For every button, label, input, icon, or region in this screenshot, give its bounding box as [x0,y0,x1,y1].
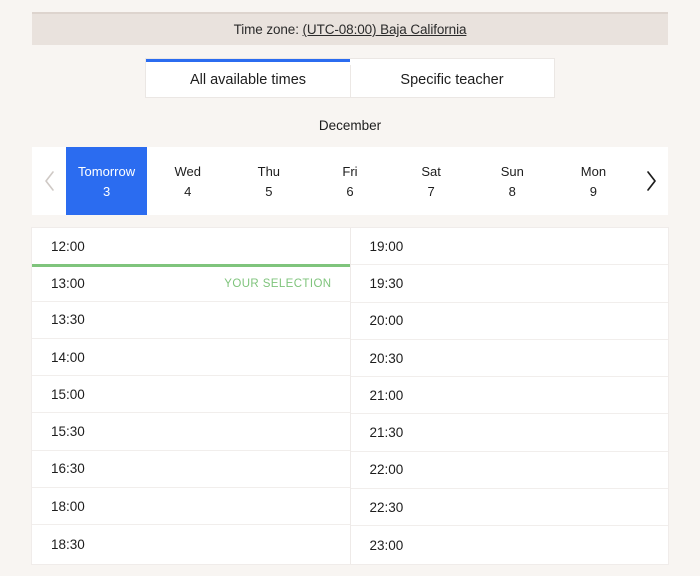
day-strip: Tomorrow 3 Wed 4 Thu 5 Fri 6 Sat 7 Sun 8… [32,147,668,215]
time-slot-label: 22:30 [369,499,404,515]
day-cell-tomorrow-3[interactable]: Tomorrow 3 [66,147,148,215]
day-cell-num: 6 [346,183,354,199]
time-slots-column-right: 19:00 19:30 20:00 20:30 21:00 21:30 22:0… [350,228,669,564]
timezone-link[interactable]: (UTC-08:00) Baja California [303,22,467,37]
day-cell-num: 9 [589,183,598,199]
time-slot-2300[interactable]: 23:00 [351,526,669,563]
time-slot-label: 15:00 [51,386,85,402]
tab-specific-teacher-label: Specific teacher [400,71,504,88]
day-cell-wed-4[interactable]: Wed 4 [147,147,228,215]
time-slot-1900[interactable]: 19:00 [350,228,668,266]
day-cell-dow: Thu [257,163,281,179]
day-cell-mon-9[interactable]: Mon 9 [553,147,634,215]
day-cell-dow: Tomorrow [78,163,136,179]
day-cell-sun-8[interactable]: Sun 8 [472,147,553,215]
days-list: Tomorrow 3 Wed 4 Thu 5 Fri 6 Sat 7 Sun 8… [66,147,634,215]
time-slot-label: 19:00 [369,238,404,254]
time-slot-2100[interactable]: 21:00 [350,377,668,415]
time-slots-column-left: 12:00 13:00 YOUR SELECTION 13:30 14:00 1… [32,228,351,564]
time-slot-1800[interactable]: 18:00 [32,488,350,526]
content-container: Time zone: (UTC-08:00) Baja California A… [32,0,668,564]
time-slot-1530[interactable]: 15:30 [32,413,350,451]
timezone-text: Time zone: (UTC-08:00) Baja California [234,22,467,37]
tabs-container: All available times Specific teacher [32,59,668,97]
time-slot-label: 22:00 [369,462,404,478]
time-slot-2030[interactable]: 20:30 [350,340,668,378]
time-slot-1300-selected[interactable]: 13:00 YOUR SELECTION [32,264,350,302]
day-cell-dow: Sat [421,163,441,179]
time-slot-1330[interactable]: 13:30 [32,302,350,339]
tab-specific-teacher[interactable]: Specific teacher [350,59,554,97]
day-cell-dow: Fri [342,163,358,179]
time-slot-label: 18:00 [51,498,85,514]
time-slots-grid: 12:00 13:00 YOUR SELECTION 13:30 14:00 1… [32,228,668,564]
prev-week-button[interactable] [32,147,66,215]
time-slot-label: 21:30 [369,425,404,441]
tab-all-available-times[interactable]: All available times [146,59,350,97]
time-slot-label: 20:30 [369,350,404,366]
next-week-button[interactable] [634,147,668,215]
time-slot-1500[interactable]: 15:00 [32,376,350,414]
your-selection-badge: YOUR SELECTION [224,277,332,290]
time-slot-2200[interactable]: 22:00 [350,452,668,490]
time-slot-label: 23:00 [369,537,404,553]
time-slot-label: 16:30 [51,461,85,477]
time-slot-label: 15:30 [51,424,85,440]
time-slot-2000[interactable]: 20:00 [350,303,668,340]
booking-time-picker-page: Time zone: (UTC-08:00) Baja California A… [0,0,700,576]
time-slot-2230[interactable]: 22:30 [350,489,668,527]
tab-all-available-times-label: All available times [189,71,307,88]
tabs-inner: All available times Specific teacher [146,59,554,97]
timezone-label: Time zone: [233,22,303,37]
day-cell-dow: Sun [500,163,524,179]
chevron-left-icon [43,170,56,192]
time-slot-1400[interactable]: 14:00 [32,339,350,377]
day-cell-fri-6[interactable]: Fri 6 [309,147,390,215]
time-slot-label: 20:00 [369,313,404,329]
time-slot-label: 13:00 [51,276,85,292]
time-slot-label: 12:00 [51,238,85,254]
day-cell-sat-7[interactable]: Sat 7 [391,147,472,215]
day-cell-thu-5[interactable]: Thu 5 [228,147,309,215]
day-cell-num: 4 [184,183,192,199]
time-slot-1830[interactable]: 18:30 [32,525,350,562]
chevron-right-icon [645,170,658,192]
time-slot-1200[interactable]: 12:00 [32,228,350,266]
timezone-bar: Time zone: (UTC-08:00) Baja California [32,12,668,45]
time-slot-2130[interactable]: 21:30 [350,414,668,452]
day-cell-num: 7 [427,183,435,199]
time-slot-label: 21:00 [369,387,404,403]
time-slot-label: 18:30 [51,536,85,552]
day-cell-num: 8 [508,183,516,199]
time-slot-label: 14:00 [51,349,85,365]
time-slot-label: 19:30 [369,275,404,291]
time-slot-1930[interactable]: 19:30 [350,265,668,303]
time-slot-1630[interactable]: 16:30 [32,451,350,489]
time-slot-label: 13:30 [51,312,85,328]
day-cell-dow: Wed [174,163,201,179]
day-cell-dow: Mon [580,163,607,179]
month-label: December [318,118,382,133]
day-cell-num: 3 [102,183,111,199]
day-cell-num: 5 [265,183,273,199]
